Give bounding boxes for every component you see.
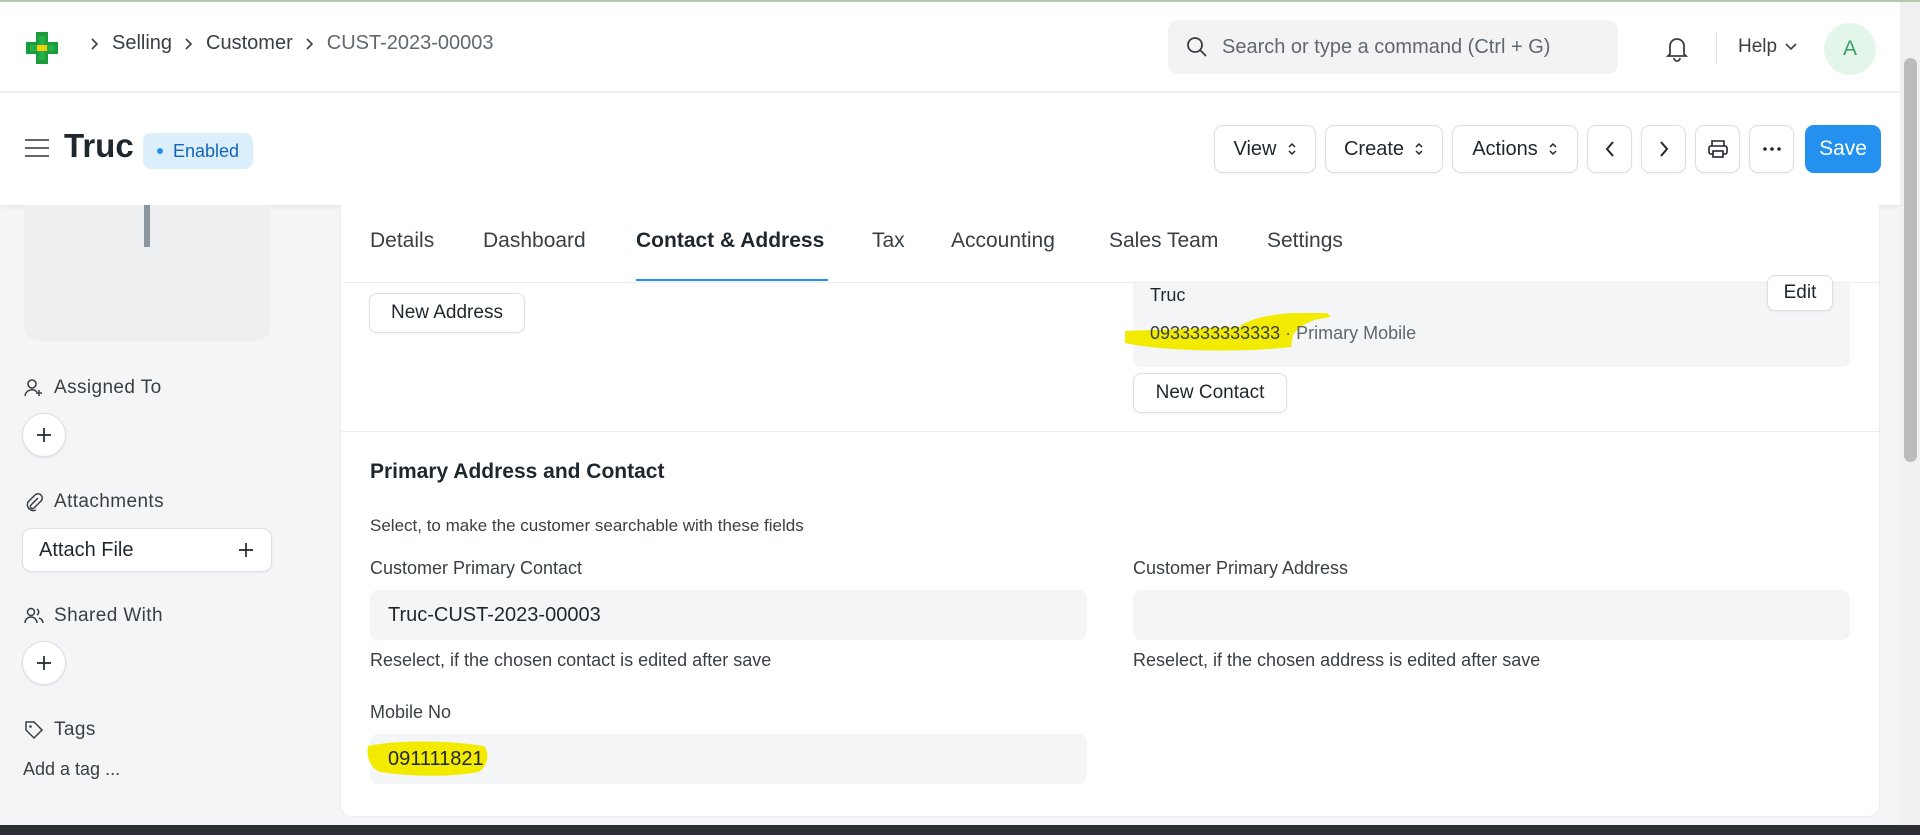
- customer-primary-address-field[interactable]: [1133, 590, 1850, 640]
- app-logo-icon[interactable]: [24, 30, 60, 66]
- page-title: Truc: [64, 127, 134, 164]
- paperclip-icon: [26, 493, 43, 512]
- scrollbar-thumb[interactable]: [1904, 58, 1917, 462]
- tab-dashboard[interactable]: Dashboard: [483, 229, 586, 253]
- contact-phone-type: · Primary Mobile: [1285, 323, 1417, 343]
- create-button[interactable]: Create: [1325, 125, 1443, 173]
- breadcrumb-selling[interactable]: Selling: [112, 32, 172, 55]
- chevron-right-icon: [91, 37, 99, 50]
- tab-tax[interactable]: Tax: [872, 229, 905, 253]
- more-options-button[interactable]: [1749, 125, 1794, 173]
- plus-icon: [37, 656, 51, 670]
- taskbar-edge: [0, 825, 1920, 835]
- print-button[interactable]: [1695, 125, 1740, 173]
- mobile-no-label: Mobile No: [370, 702, 452, 722]
- mobile-no-field[interactable]: 091111821: [367, 734, 1087, 784]
- tab-settings[interactable]: Settings: [1267, 229, 1343, 253]
- form-tabs: Details Dashboard Contact & Address Tax …: [341, 205, 1879, 283]
- plus-icon: [239, 543, 253, 557]
- form-card: Details Dashboard Contact & Address Tax …: [340, 205, 1880, 817]
- printer-icon: [1707, 140, 1728, 158]
- assigned-to-label: Assigned To: [24, 377, 162, 399]
- new-contact-button[interactable]: New Contact: [1133, 373, 1287, 413]
- avatar[interactable]: A: [1824, 23, 1876, 75]
- tags-text: Tags: [54, 719, 96, 740]
- search-input[interactable]: [1222, 35, 1612, 59]
- customer-primary-address-label: Customer Primary Address: [1133, 558, 1349, 578]
- mobile-no-value: 091111821: [388, 747, 484, 770]
- navbar-divider: [1716, 32, 1717, 64]
- search-icon: [1187, 37, 1207, 57]
- save-button[interactable]: Save: [1805, 125, 1881, 173]
- actions-button-label: Actions: [1472, 137, 1538, 160]
- chevron-updown-icon: [1415, 142, 1423, 156]
- attachments-text: Attachments: [54, 491, 165, 512]
- add-assignee-button[interactable]: [22, 413, 66, 457]
- status-badge-label: Enabled: [173, 140, 240, 161]
- sidebar-toggle-icon[interactable]: [24, 137, 50, 159]
- tag-icon: [25, 721, 44, 740]
- chevron-right-icon: [1659, 141, 1668, 157]
- view-button-label: View: [1233, 137, 1277, 160]
- chevron-updown-icon: [1549, 142, 1557, 156]
- status-dot-icon: [157, 148, 163, 154]
- actions-button[interactable]: Actions: [1452, 125, 1578, 173]
- status-badge: Enabled: [143, 133, 254, 169]
- attach-file-label: Attach File: [39, 538, 134, 561]
- previous-record-button[interactable]: [1587, 125, 1632, 173]
- notification-bell-icon[interactable]: [1664, 34, 1690, 62]
- attachments-label: Attachments: [24, 491, 164, 513]
- contact-phone-number: 0933333333333: [1150, 323, 1281, 343]
- breadcrumb-current[interactable]: CUST-2023-00003: [327, 32, 494, 55]
- more-horizontal-icon: [1762, 147, 1781, 151]
- section-description: Select, to make the customer searchable …: [370, 516, 804, 535]
- chevron-right-icon: [306, 37, 313, 50]
- users-icon: [24, 607, 44, 624]
- chevron-left-icon: [1605, 141, 1614, 157]
- add-tag-link[interactable]: Add a tag ...: [23, 759, 120, 780]
- contact-phone: 0933333333333 · Primary Mobile: [1150, 323, 1416, 344]
- shared-with-label: Shared With: [24, 605, 163, 627]
- create-button-label: Create: [1343, 137, 1405, 160]
- help-label: Help: [1738, 36, 1778, 57]
- section-divider: [341, 431, 1879, 432]
- breadcrumb-customer[interactable]: Customer: [206, 32, 293, 55]
- tab-contact-address[interactable]: Contact & Address: [636, 229, 824, 253]
- customer-primary-address-help: Reselect, if the chosen address is edite…: [1133, 650, 1541, 670]
- plus-icon: [37, 428, 51, 442]
- edit-contact-button[interactable]: Edit: [1767, 275, 1833, 311]
- tab-sales-team[interactable]: Sales Team: [1109, 229, 1218, 253]
- assigned-to-text: Assigned To: [54, 377, 162, 398]
- attach-file-button[interactable]: Attach File: [22, 528, 272, 572]
- view-button[interactable]: View: [1214, 125, 1316, 173]
- customer-primary-contact-field[interactable]: Truc-CUST-2023-00003: [370, 590, 1087, 640]
- tab-details[interactable]: Details: [370, 229, 434, 253]
- chevron-down-icon: [1785, 43, 1797, 51]
- new-address-button[interactable]: New Address: [369, 293, 525, 333]
- contact-card: Truc Edit 0933333333333 · Primary Mobile: [1125, 275, 1850, 367]
- next-record-button[interactable]: [1641, 125, 1686, 173]
- active-tab-indicator: [636, 279, 828, 281]
- help-dropdown[interactable]: Help: [1738, 36, 1797, 58]
- user-plus-icon: [24, 379, 42, 397]
- image-placeholder-letter: [144, 205, 150, 247]
- section-title: Primary Address and Contact: [370, 460, 665, 483]
- customer-primary-contact-label: Customer Primary Contact: [370, 558, 583, 578]
- tags-label: Tags: [24, 719, 96, 741]
- page-head: Truc Enabled View Create Actions Save: [0, 93, 1900, 205]
- chevron-updown-icon: [1287, 142, 1296, 156]
- search-bar[interactable]: [1168, 20, 1618, 74]
- add-share-button[interactable]: [22, 641, 66, 685]
- tab-accounting[interactable]: Accounting: [951, 229, 1055, 253]
- breadcrumb: Selling Customer CUST-2023-00003: [78, 32, 494, 55]
- shared-with-text: Shared With: [54, 605, 163, 626]
- customer-primary-contact-help: Reselect, if the chosen contact is edite…: [370, 650, 772, 670]
- contact-name: Truc: [1150, 285, 1186, 305]
- chevron-right-icon: [185, 37, 193, 50]
- navbar: Selling Customer CUST-2023-00003 Help A: [0, 2, 1900, 92]
